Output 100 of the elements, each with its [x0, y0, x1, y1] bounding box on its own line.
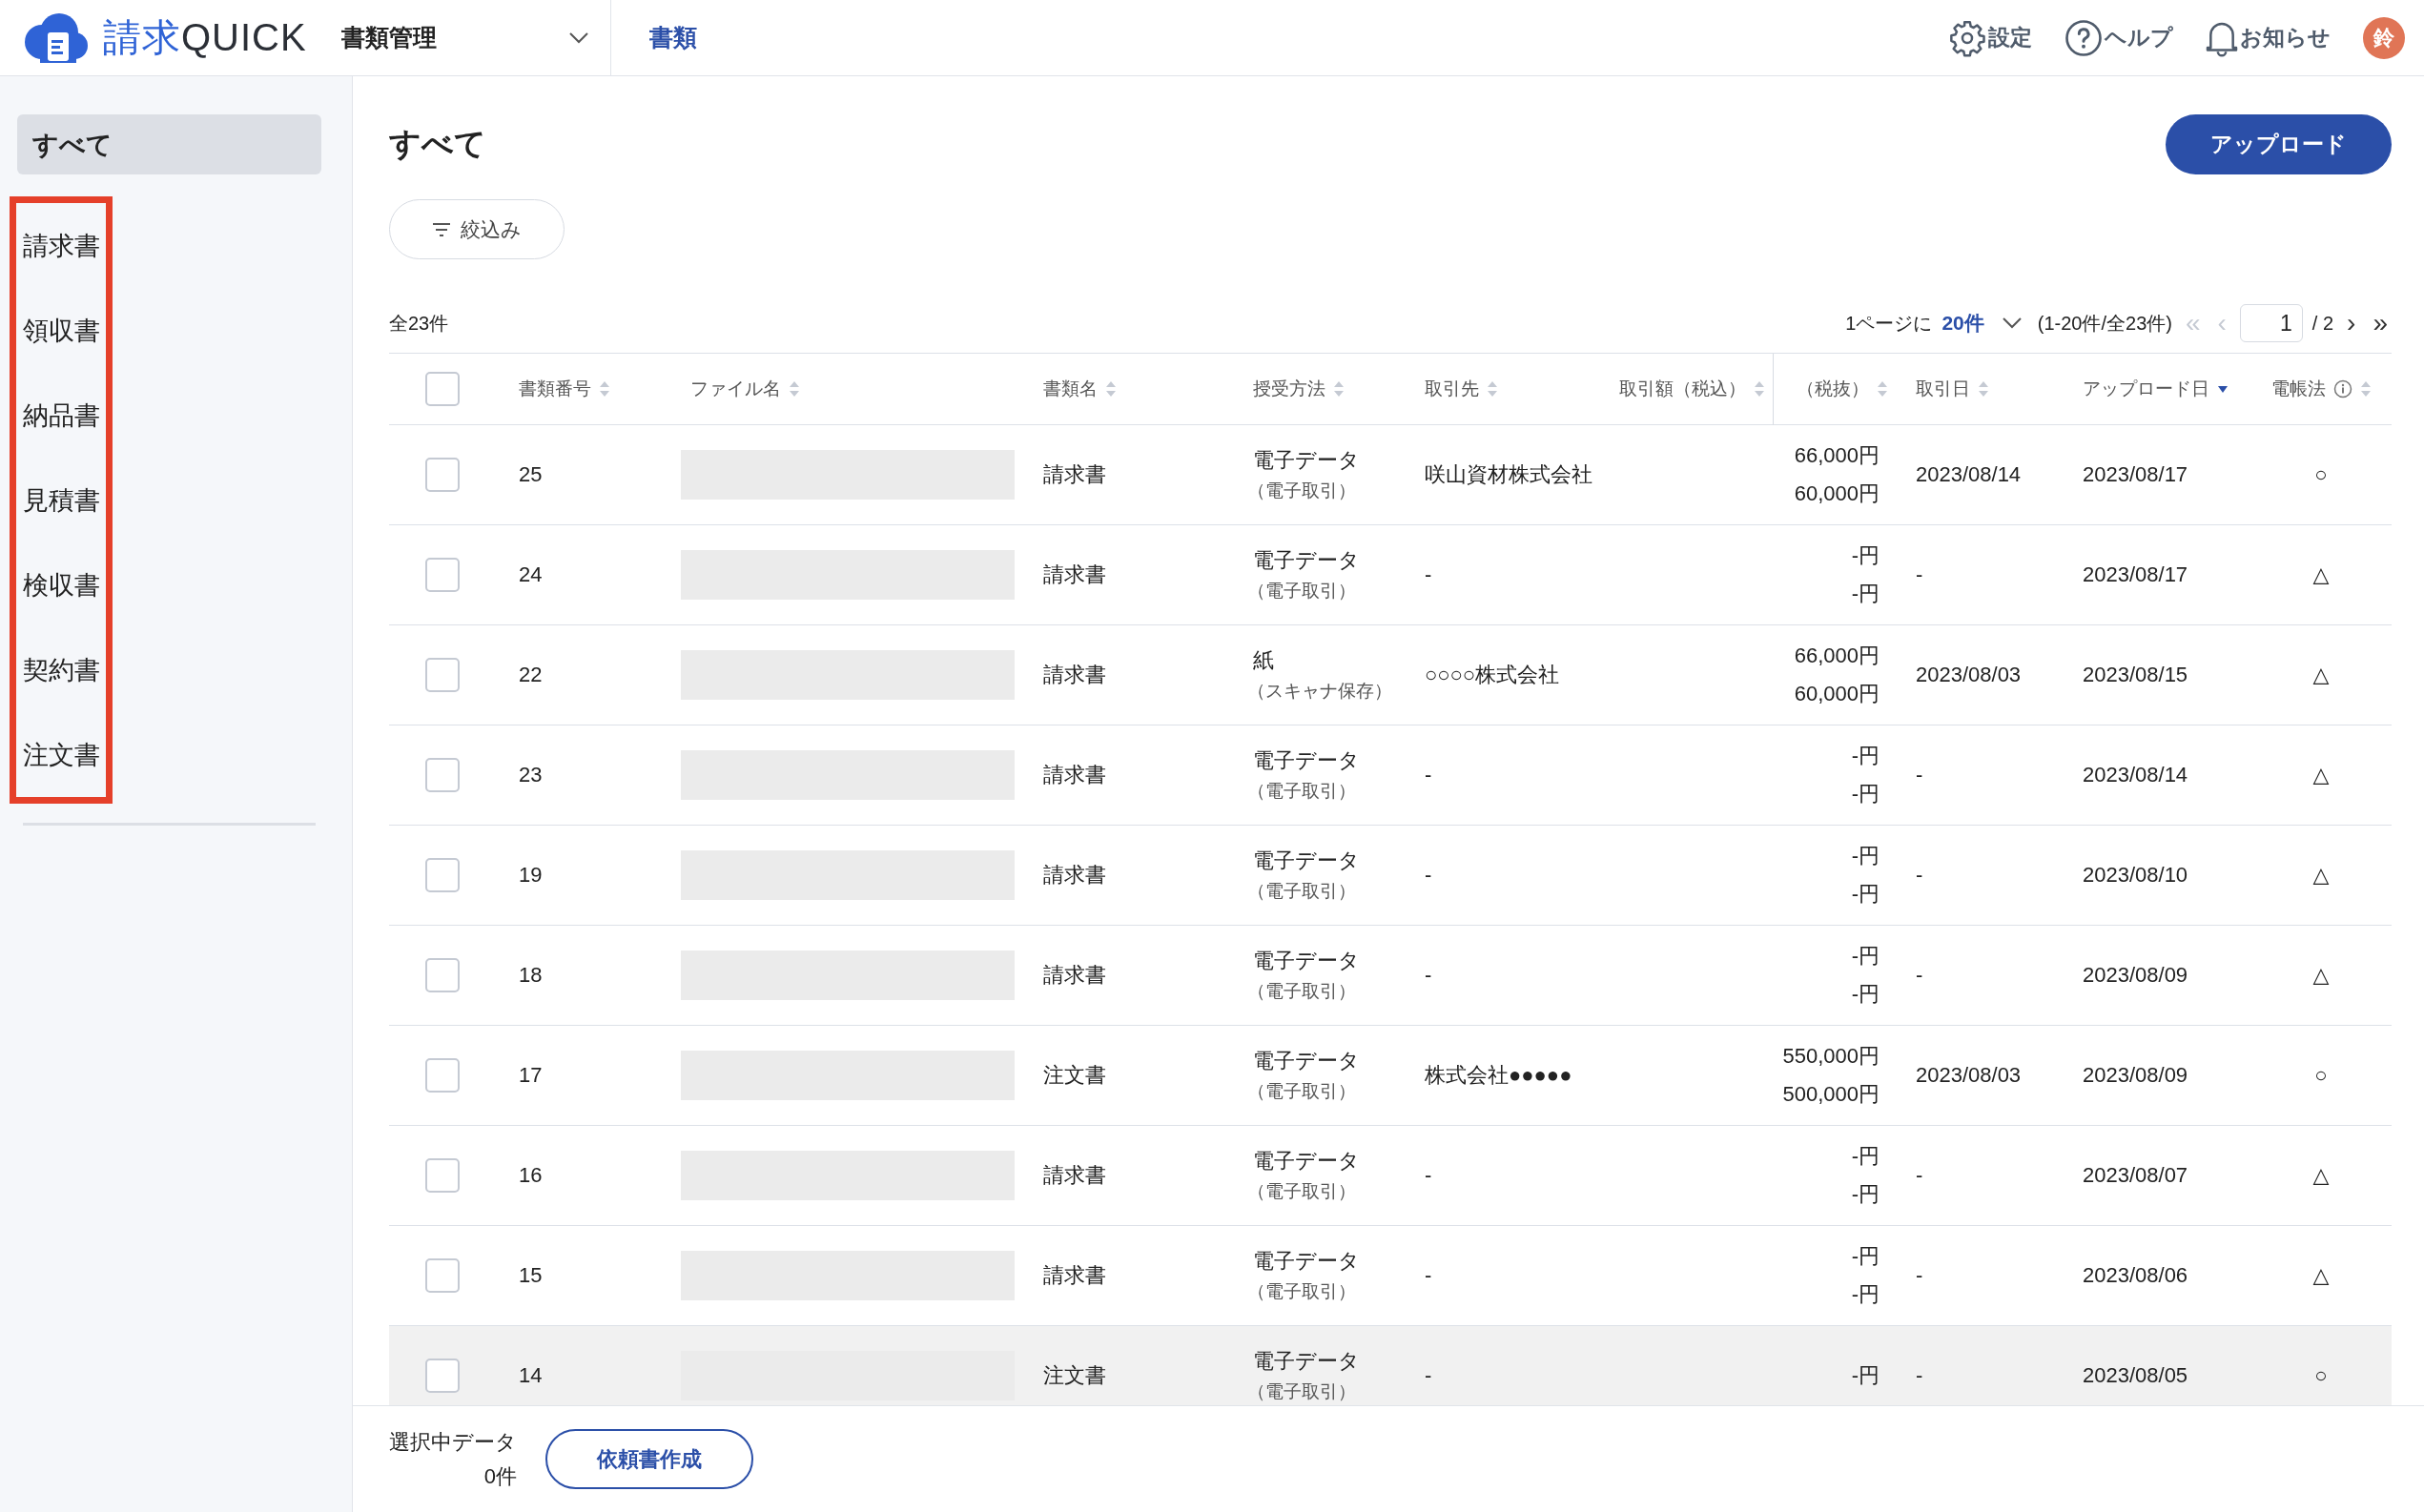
sidebar-item[interactable]: 請求書	[16, 203, 100, 288]
checkbox[interactable]	[425, 558, 460, 592]
settings-link[interactable]: 設定	[1948, 18, 2032, 57]
checkbox[interactable]	[425, 758, 460, 792]
document-type: 請求書	[1043, 461, 1106, 488]
business-partner: 株式会社●●●●●	[1425, 1062, 1572, 1089]
help-icon	[2065, 18, 2103, 57]
page-nav-button[interactable]: »	[2369, 310, 2392, 337]
trade-date: -	[1916, 763, 1923, 787]
trade-date: -	[1916, 963, 1923, 988]
amount-excl-tax: -円	[1851, 881, 1880, 908]
column-header: 電帳法	[2270, 378, 2326, 400]
upload-button[interactable]: アップロード	[2166, 114, 2392, 174]
per-page-select[interactable]: 20件	[1941, 310, 2028, 337]
upload-date: 2023/08/09	[2083, 1063, 2188, 1088]
trade-date: -	[1916, 1263, 1923, 1288]
receipt-method: 電子データ	[1253, 747, 1360, 774]
receipt-method-detail: （スキャナ保存）	[1247, 680, 1392, 703]
receipt-method: 電子データ	[1253, 447, 1360, 474]
document-type: 請求書	[1043, 1262, 1106, 1289]
compliance-status: ○	[2314, 462, 2328, 487]
document-number: 19	[519, 863, 543, 888]
document-type: 請求書	[1043, 762, 1106, 788]
checkbox[interactable]	[425, 658, 460, 692]
sidebar-item[interactable]: 注文書	[16, 712, 100, 797]
filter-icon	[432, 221, 451, 237]
sidebar-item[interactable]: 領収書	[16, 288, 100, 373]
column-header: 取引日	[1916, 378, 1970, 400]
selection-label: 選択中データ	[389, 1428, 517, 1456]
receipt-method-detail: （電子取引）	[1247, 1380, 1356, 1403]
trade-date: -	[1916, 562, 1923, 587]
sidebar-item[interactable]: 検収書	[16, 542, 100, 627]
document-type: 請求書	[1043, 562, 1106, 588]
notifications-link[interactable]: お知らせ	[2206, 18, 2331, 57]
filter-button[interactable]: 絞込み	[389, 199, 565, 259]
upload-date: 2023/08/14	[2083, 763, 2188, 787]
checkbox[interactable]	[425, 1158, 460, 1193]
trade-date: 2023/08/14	[1916, 462, 2022, 487]
checkbox[interactable]	[425, 1058, 460, 1093]
checkbox[interactable]	[425, 858, 460, 892]
sidebar-item[interactable]: 納品書	[16, 373, 100, 458]
upload-date: 2023/08/15	[2083, 663, 2188, 687]
receipt-method: 紙	[1253, 647, 1274, 674]
amount-incl-tax: -円	[1851, 1143, 1880, 1170]
business-partner: -	[1425, 1163, 1432, 1188]
page-range: (1-20件/全23件)	[2037, 311, 2172, 336]
checkbox[interactable]	[425, 1359, 460, 1393]
compliance-status: △	[2312, 562, 2330, 587]
amount-excl-tax: -円	[1851, 581, 1880, 607]
sidebar-item[interactable]: 見積書	[16, 458, 100, 542]
business-partner: -	[1425, 1263, 1432, 1288]
compliance-status: △	[2312, 863, 2330, 888]
business-partner: ○○○○株式会社	[1425, 662, 1560, 688]
compliance-status: △	[2312, 663, 2330, 687]
create-request-button[interactable]: 依頼書作成	[545, 1429, 753, 1489]
receipt-method-detail: （電子取引）	[1247, 1180, 1356, 1203]
document-number: 24	[519, 562, 543, 587]
checkbox[interactable]	[425, 958, 460, 992]
checkbox[interactable]	[425, 1258, 460, 1293]
receipt-method: 電子データ	[1253, 1048, 1360, 1074]
upload-date: 2023/08/06	[2083, 1263, 2188, 1288]
receipt-method-detail: （電子取引）	[1247, 480, 1356, 502]
amount-incl-tax: -円	[1851, 743, 1880, 769]
column-header: 取引額（税込）	[1619, 378, 1746, 400]
document-type: 請求書	[1043, 662, 1106, 688]
upload-date: 2023/08/05	[2083, 1363, 2188, 1388]
trade-date: -	[1916, 1363, 1923, 1388]
help-link[interactable]: ヘルプ	[2065, 18, 2173, 57]
business-partner: -	[1425, 1363, 1432, 1388]
document-number: 17	[519, 1063, 543, 1088]
sidebar-item[interactable]: すべて	[17, 114, 321, 174]
document-number: 23	[519, 763, 543, 787]
document-number: 25	[519, 462, 543, 487]
column-header: （税抜）	[1797, 378, 1869, 400]
checkbox[interactable]	[425, 372, 460, 406]
trade-date: -	[1916, 863, 1923, 888]
trade-date: 2023/08/03	[1916, 663, 2022, 687]
page-nav-button[interactable]: ›	[2343, 310, 2360, 337]
amount-incl-tax: 550,000円	[1782, 1043, 1880, 1070]
sidebar-item[interactable]: 契約書	[16, 627, 100, 712]
document-type: 注文書	[1043, 1062, 1106, 1089]
column-header: 授受方法	[1253, 378, 1325, 400]
business-partner: -	[1425, 963, 1432, 988]
page-title: すべて	[389, 125, 486, 163]
amount-incl-tax: 66,000円	[1794, 442, 1880, 469]
amount-incl-tax: 66,000円	[1794, 643, 1880, 669]
business-partner: -	[1425, 763, 1432, 787]
amount-excl-tax: -円	[1851, 1181, 1880, 1208]
business-partner: 咲山資材株式会社	[1425, 461, 1592, 488]
document-number: 16	[519, 1163, 543, 1188]
trade-date: 2023/08/03	[1916, 1063, 2022, 1088]
document-type: 請求書	[1043, 962, 1106, 989]
page-input[interactable]: 1	[2239, 304, 2303, 342]
upload-date: 2023/08/10	[2083, 863, 2188, 888]
nav-tab[interactable]: 書類	[611, 0, 735, 75]
upload-date: 2023/08/17	[2083, 462, 2188, 487]
upload-date: 2023/08/17	[2083, 562, 2188, 587]
document-number: 14	[519, 1363, 543, 1388]
checkbox[interactable]	[425, 458, 460, 492]
module-select[interactable]: 書類管理	[307, 0, 611, 75]
